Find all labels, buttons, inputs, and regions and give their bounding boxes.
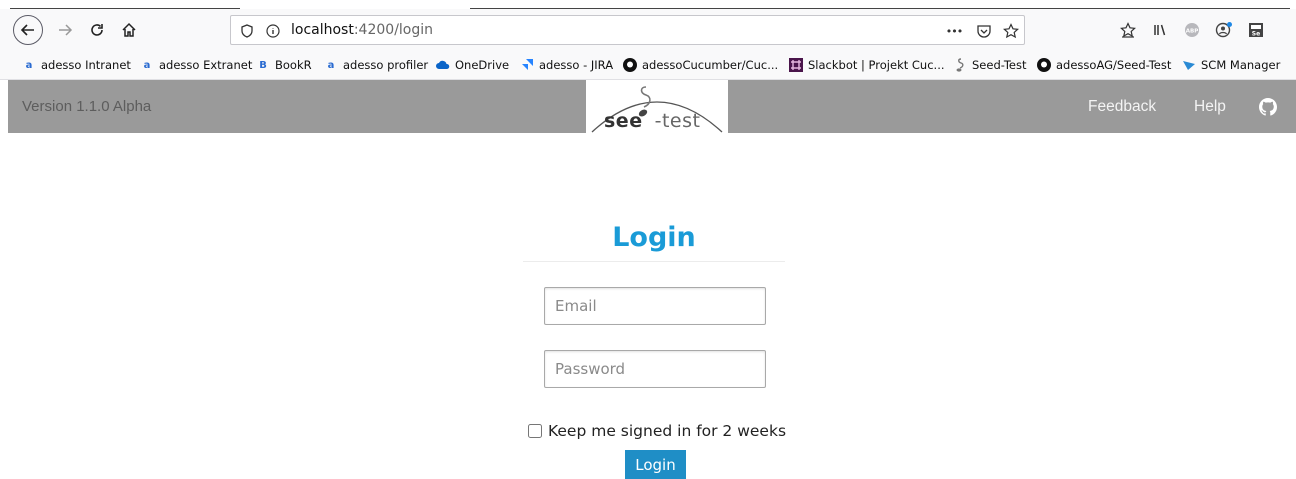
reload-button[interactable]: [84, 17, 110, 43]
back-arrow-icon: [20, 24, 34, 36]
reload-icon: [91, 24, 103, 36]
jira-icon: [520, 58, 534, 72]
account-icon[interactable]: [1212, 18, 1236, 42]
url-host: localhost: [291, 22, 354, 38]
info-icon[interactable]: [263, 21, 283, 41]
url-text[interactable]: localhost:4200/login: [291, 22, 433, 38]
help-link[interactable]: Help: [1194, 98, 1226, 116]
selenium-icon[interactable]: Se: [1244, 18, 1268, 42]
home-icon: [122, 22, 136, 37]
login-button[interactable]: Login: [625, 450, 686, 479]
page-actions-icon[interactable]: •••: [944, 21, 964, 41]
github-icon: [1037, 58, 1051, 72]
bookmark-item[interactable]: B BookR: [256, 58, 311, 72]
bookmark-item[interactable]: OneDrive: [436, 58, 509, 72]
seed-test-logo[interactable]: see -test: [586, 80, 728, 133]
bookmark-item[interactable]: Slackbot | Projekt Cuc...: [789, 58, 945, 72]
forward-button[interactable]: [52, 17, 78, 43]
back-button[interactable]: [13, 15, 43, 45]
bookmark-item[interactable]: a adesso Intranet: [22, 58, 131, 72]
url-path: :4200/login: [353, 22, 434, 38]
tab-strip: [0, 0, 1296, 9]
scm-icon: [1182, 58, 1196, 72]
forward-arrow-icon: [59, 24, 73, 36]
bookmark-item[interactable]: adesso - JIRA: [520, 58, 613, 72]
adesso-icon: a: [327, 59, 335, 71]
github-link[interactable]: [1259, 98, 1277, 116]
seed-icon: [953, 58, 967, 72]
bookmark-item[interactable]: a adesso Extranet: [140, 58, 253, 72]
adesso-icon: a: [143, 59, 151, 71]
library-icon[interactable]: [1148, 18, 1172, 42]
bookmark-item[interactable]: adessoCucumber/Cuc...: [623, 58, 778, 72]
bookmarks-toolbar: a adesso Intranet a adesso Extranet B BookR…: [0, 52, 1296, 80]
github-icon: [1259, 98, 1277, 116]
bookmark-star-icon[interactable]: [1001, 21, 1021, 41]
adesso-icon: a: [25, 59, 33, 71]
email-input[interactable]: [544, 287, 766, 325]
bookmark-item[interactable]: SCM Manager: [1182, 58, 1280, 72]
remember-me[interactable]: Keep me signed in for 2 weeks: [528, 422, 786, 440]
browser-toolbar: localhost:4200/login ••• ABP Se: [0, 9, 1296, 52]
login-title: Login: [612, 222, 696, 253]
app-header: Version 1.1.0 Alpha see -test Feedback He…: [8, 80, 1296, 133]
bookmark-item[interactable]: adessoAG/Seed-Test: [1037, 58, 1171, 72]
slack-icon: [789, 58, 803, 72]
password-input[interactable]: [544, 350, 766, 388]
version-label: Version 1.1.0 Alpha: [22, 98, 152, 115]
title-divider: [523, 261, 785, 262]
address-bar[interactable]: localhost:4200/login •••: [230, 15, 1025, 45]
remember-me-checkbox[interactable]: [528, 424, 542, 438]
feedback-link[interactable]: Feedback: [1088, 98, 1156, 116]
remember-me-label: Keep me signed in for 2 weeks: [548, 422, 787, 440]
svg-text:ABP: ABP: [1186, 29, 1198, 35]
bookmark-item[interactable]: Seed-Test: [953, 58, 1027, 72]
bookr-icon: B: [259, 59, 267, 71]
reading-list-star-icon[interactable]: [1116, 18, 1140, 42]
svg-text:Se: Se: [1252, 31, 1260, 38]
github-icon: [623, 58, 637, 72]
adblock-icon[interactable]: ABP: [1180, 18, 1204, 42]
bookmark-item[interactable]: a adesso profiler: [324, 58, 429, 72]
logo-seed-text: see: [604, 110, 643, 132]
home-button[interactable]: [116, 17, 142, 43]
shield-icon[interactable]: [237, 21, 257, 41]
logo-text: see -test: [604, 110, 700, 132]
logo-test-text: -test: [654, 110, 701, 132]
pocket-icon[interactable]: [974, 21, 994, 41]
cloud-icon: [436, 58, 450, 72]
